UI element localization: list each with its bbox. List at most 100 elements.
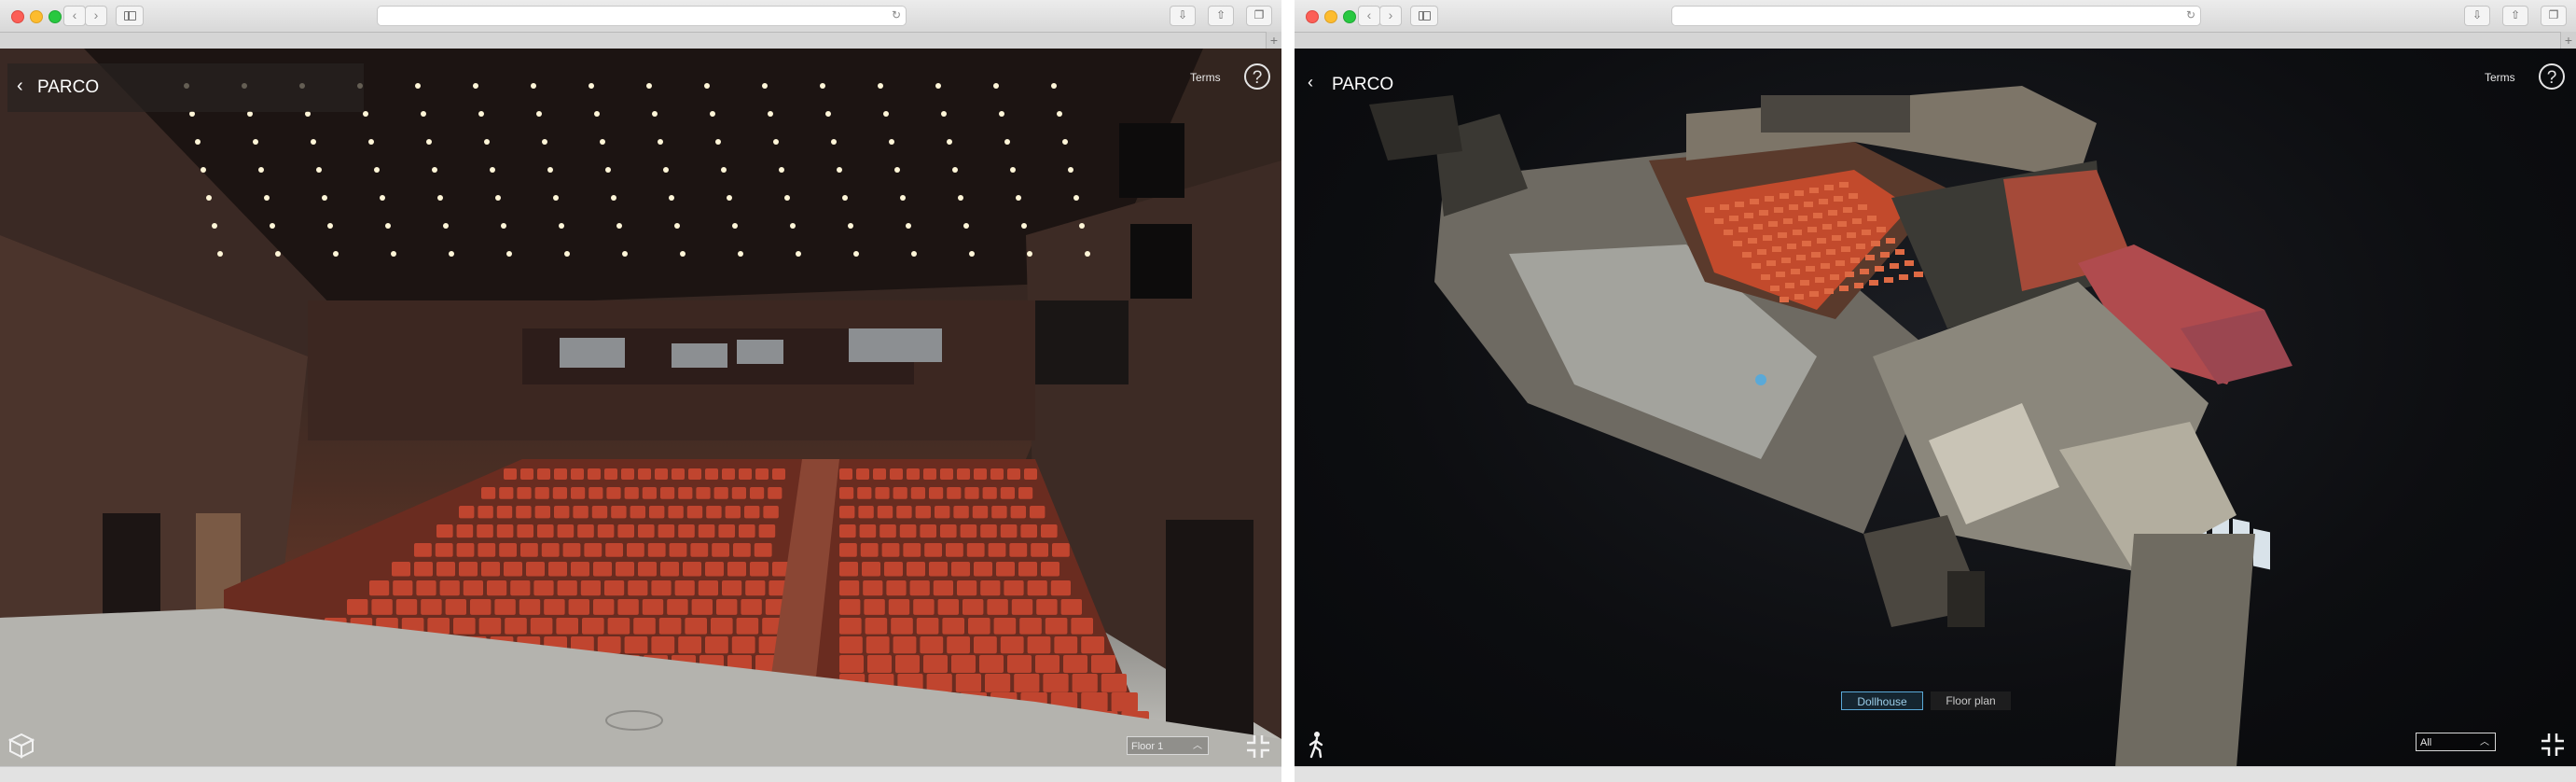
seat [607,618,630,635]
back-chevron-icon[interactable]: ‹ [1308,73,1313,92]
stage-light [275,251,281,257]
stage-light [784,195,790,201]
tab-overview-button[interactable]: ❐ [1246,6,1272,26]
terms-link[interactable]: Terms [2485,71,2515,84]
model-seat [1850,258,1860,263]
model-seat [1796,255,1806,260]
seat [526,562,545,577]
seat [990,468,1004,480]
forward-button[interactable]: › [85,6,107,26]
seat [974,468,987,480]
close-window-button[interactable] [11,10,24,23]
stage-light [721,167,727,173]
seat [725,506,741,519]
seat [1054,636,1078,654]
dollhouse-cube-icon[interactable] [7,732,35,760]
model-seat [1794,190,1804,196]
seat [913,599,935,615]
tab-overview-button[interactable]: ❐ [2541,6,2567,26]
seat [499,487,514,499]
seat [678,636,701,654]
seat [435,543,453,557]
seat [530,618,553,635]
panorama-viewer[interactable]: ‹ PARCO Terms ? Floor 1 ︿ [0,49,1281,767]
model-seat [1867,216,1877,221]
model-seat [1841,246,1850,252]
dollhouse-mode-button[interactable]: Dollhouse [1841,691,1923,710]
help-icon[interactable]: ? [2539,63,2565,90]
address-bar[interactable]: ↻ [377,6,907,26]
stage-light [1051,83,1057,89]
zoom-window-button[interactable] [48,10,62,23]
new-tab-button[interactable]: + [1266,32,1281,49]
sidebar-icon [124,11,136,21]
seat [1081,692,1108,712]
address-bar[interactable]: ↻ [1671,6,2201,26]
seat [690,543,709,557]
seat [731,487,746,499]
seat [660,487,675,499]
dollhouse-viewer[interactable]: ‹ PARCO Terms ? Dollhouse Floor plan All… [1295,49,2576,767]
model-seat [1828,210,1837,216]
seat [1010,506,1026,519]
seat [638,468,651,480]
downloads-button[interactable]: ⇩ [1170,6,1196,26]
fullscreen-exit-icon[interactable] [1244,733,1272,761]
model-seat [1865,255,1875,260]
model-seat [1830,274,1839,280]
back-button[interactable]: ‹ [1358,6,1380,26]
seat [611,506,627,519]
model-seat [1757,249,1766,255]
help-icon[interactable]: ? [1244,63,1270,90]
forward-button[interactable]: › [1379,6,1402,26]
model-seat [1813,213,1822,218]
model-seat [1807,227,1817,232]
seat [459,562,478,577]
seat [617,599,639,615]
floorplan-mode-button[interactable]: Floor plan [1931,691,2011,710]
fullscreen-exit-icon[interactable] [2539,731,2567,759]
close-window-button[interactable] [1306,10,1319,23]
share-button[interactable]: ⇧ [1208,6,1234,26]
seat [678,524,695,538]
seat [481,487,496,499]
seat [541,543,560,557]
minimize-window-button[interactable] [1324,10,1337,23]
reload-icon[interactable]: ↻ [2186,8,2195,21]
seat [347,599,368,615]
floor-select[interactable]: All ︿ [2416,733,2496,751]
model-seat [1742,252,1752,258]
seat [649,506,665,519]
sidebar-toggle-button[interactable] [1410,6,1438,26]
stage-light [993,83,999,89]
zoom-window-button[interactable] [1343,10,1356,23]
stage-light [380,195,385,201]
seat [1000,524,1018,538]
seat [554,468,567,480]
downloads-button[interactable]: ⇩ [2464,6,2490,26]
share-button[interactable]: ⇧ [2502,6,2528,26]
seat [691,599,713,615]
seat [1027,580,1047,596]
terms-link[interactable]: Terms [1190,71,1221,84]
model-seat [1858,204,1867,210]
seat [722,468,735,480]
seat [416,580,436,596]
seat [923,655,948,673]
walk-person-icon[interactable] [1306,730,1328,760]
floor-select[interactable]: Floor 1 ︿ [1127,736,1209,755]
reload-icon[interactable]: ↻ [892,8,901,21]
seat [739,468,752,480]
minimize-window-button[interactable] [30,10,43,23]
seat [873,468,886,480]
seat [915,506,931,519]
back-chevron-icon[interactable]: ‹ [17,76,23,97]
theater-panorama-image [0,49,1281,767]
sidebar-toggle-button[interactable] [116,6,144,26]
seat [875,487,890,499]
back-button[interactable]: ‹ [63,6,86,26]
seat [1060,599,1082,615]
stage-light [935,83,941,89]
new-tab-button[interactable]: + [2560,32,2576,49]
seat [972,506,989,519]
